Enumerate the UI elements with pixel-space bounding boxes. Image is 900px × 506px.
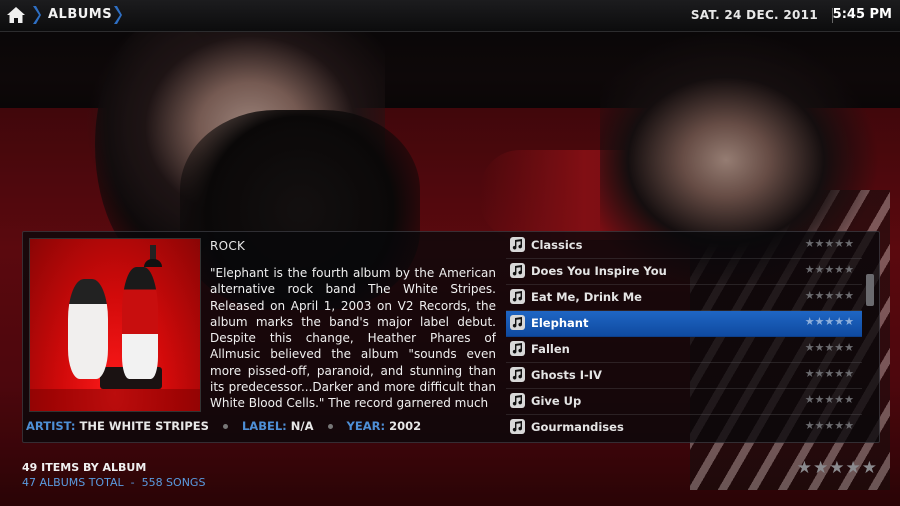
album-cover-thumb bbox=[29, 238, 201, 412]
cover-figure-red bbox=[122, 267, 158, 379]
star-icon: ★★★★★ bbox=[804, 367, 854, 380]
year-key: YEAR: bbox=[346, 419, 386, 433]
album-title: Does You Inspire You bbox=[531, 264, 667, 278]
music-note-icon bbox=[510, 341, 525, 356]
star-icon: ★★★★★ bbox=[804, 315, 854, 328]
album-title: Eat Me, Drink Me bbox=[531, 290, 642, 304]
star-icon: ★★★★★ bbox=[796, 458, 878, 478]
star-icon: ★★★★★ bbox=[804, 393, 854, 406]
cover-figure-white bbox=[68, 279, 108, 379]
star-icon: ★★★★★ bbox=[804, 263, 854, 276]
album-list-item[interactable]: Fallen ★★★★★ bbox=[506, 337, 862, 363]
year-value: 2002 bbox=[389, 419, 422, 433]
music-note-icon bbox=[510, 393, 525, 408]
chevron-right-icon bbox=[33, 6, 41, 24]
list-scrollbar[interactable] bbox=[866, 274, 874, 306]
chevron-right-icon bbox=[114, 6, 122, 24]
info-separator-dot bbox=[327, 423, 333, 429]
home-icon[interactable] bbox=[6, 6, 26, 24]
star-icon: ★★★★★ bbox=[804, 289, 854, 302]
star-icon: ★★★★★ bbox=[804, 419, 854, 432]
artist-value: THE WHITE STRIPES bbox=[79, 419, 209, 433]
album-list-item[interactable]: Eat Me, Drink Me ★★★★★ bbox=[506, 285, 862, 311]
album-list: Classics ★★★★★ Does You Inspire You ★★★★… bbox=[506, 233, 862, 441]
music-note-icon bbox=[510, 367, 525, 382]
album-title: Gourmandises bbox=[531, 420, 624, 434]
album-list-item[interactable]: Classics ★★★★★ bbox=[506, 233, 862, 259]
album-list-item[interactable]: Gourmandises ★★★★★ bbox=[506, 415, 862, 440]
album-list-item-selected[interactable]: Elephant ★★★★★ bbox=[506, 311, 862, 337]
star-icon: ★★★★★ bbox=[804, 237, 854, 250]
library-totals: 47 ALBUMS TOTAL - 558 SONGS bbox=[22, 476, 206, 489]
cover-floor bbox=[30, 389, 200, 411]
album-title: Give Up bbox=[531, 394, 582, 408]
date-display: SAT. 24 DEC. 2011 bbox=[690, 8, 818, 22]
music-note-icon bbox=[510, 315, 525, 330]
music-note-icon bbox=[510, 289, 525, 304]
music-note-icon bbox=[510, 237, 525, 252]
top-bar: ALBUMS SAT. 24 DEC. 2011 5:45 PM bbox=[0, 0, 900, 32]
clock-display: 5:45 PM bbox=[832, 7, 892, 22]
music-note-icon bbox=[510, 419, 525, 434]
label-key: LABEL: bbox=[241, 419, 287, 433]
album-list-item[interactable]: Ghosts I-IV ★★★★★ bbox=[506, 363, 862, 389]
album-title: Fallen bbox=[531, 342, 570, 356]
album-list-item[interactable]: Give Up ★★★★★ bbox=[506, 389, 862, 415]
album-description: "Elephant is the fourth album by the Ame… bbox=[210, 266, 496, 411]
album-list-item[interactable]: Does You Inspire You ★★★★★ bbox=[506, 259, 862, 285]
label-value: N/A bbox=[290, 419, 314, 433]
artist-key: ARTIST: bbox=[26, 419, 76, 433]
breadcrumb[interactable]: ALBUMS bbox=[48, 7, 112, 22]
album-title: Elephant bbox=[531, 316, 589, 330]
album-title: Ghosts I-IV bbox=[531, 368, 602, 382]
star-icon: ★★★★★ bbox=[804, 341, 854, 354]
items-count: 49 ITEMS BY ALBUM bbox=[22, 461, 147, 474]
cover-lamp-shade bbox=[144, 259, 162, 267]
album-title: Classics bbox=[531, 238, 583, 252]
album-info-bar: ARTIST: THE WHITE STRIPES LABEL: N/A YEA… bbox=[26, 419, 496, 435]
info-separator-dot bbox=[222, 423, 228, 429]
album-genre: ROCK bbox=[210, 239, 246, 253]
music-note-icon bbox=[510, 263, 525, 278]
